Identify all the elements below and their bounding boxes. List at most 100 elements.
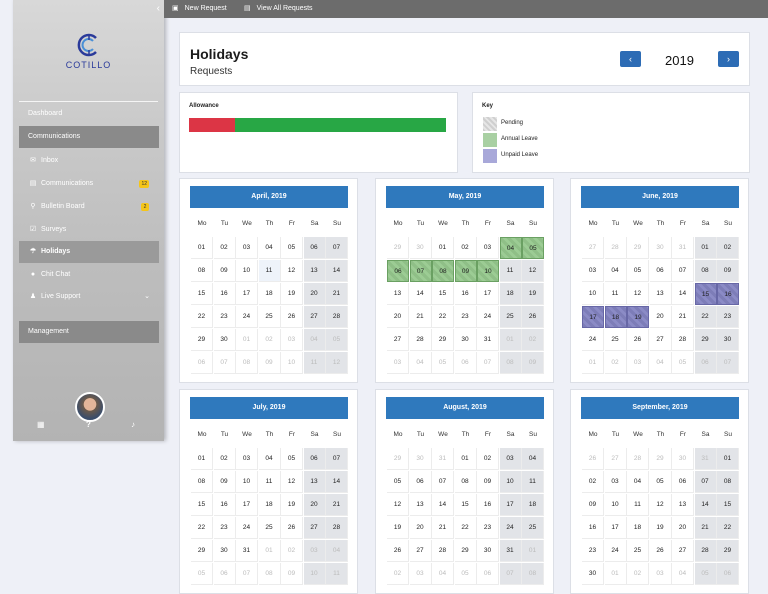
- calendar-day[interactable]: 31: [694, 448, 717, 470]
- calendar-day[interactable]: 22: [717, 517, 739, 539]
- calendar-day[interactable]: 08: [694, 260, 717, 282]
- calendar-day[interactable]: 29: [454, 540, 477, 562]
- calendar-day[interactable]: 11: [258, 260, 281, 282]
- calendar-day[interactable]: 11: [627, 494, 649, 516]
- calendar-day[interactable]: 29: [432, 329, 454, 351]
- calendar-day[interactable]: 12: [387, 494, 409, 516]
- calendar-day[interactable]: 08: [522, 563, 544, 585]
- calendar-day[interactable]: 27: [604, 448, 627, 470]
- calendar-day[interactable]: 02: [281, 540, 303, 562]
- calendar-day[interactable]: 01: [236, 329, 258, 351]
- calendar-day[interactable]: 28: [326, 306, 348, 328]
- calendar-day[interactable]: 16: [454, 283, 477, 305]
- calendar-day[interactable]: 08: [432, 260, 454, 282]
- sidebar-item-management-section[interactable]: Management: [19, 321, 159, 343]
- calendar-day[interactable]: 05: [326, 329, 348, 351]
- calendar-day[interactable]: 01: [191, 237, 213, 259]
- calendar-day[interactable]: 20: [303, 283, 326, 305]
- view-all-requests-button[interactable]: ▤ View All Requests: [244, 0, 313, 18]
- calendar-day[interactable]: 19: [281, 283, 303, 305]
- calendar-day[interactable]: 27: [672, 540, 694, 562]
- calendar-day[interactable]: 15: [694, 283, 717, 305]
- calendar-day[interactable]: 02: [604, 352, 627, 374]
- calendar-day[interactable]: 19: [627, 306, 649, 328]
- calendar-day[interactable]: 01: [454, 448, 477, 470]
- calendar-day[interactable]: 02: [213, 448, 236, 470]
- calendar-day[interactable]: 20: [387, 306, 409, 328]
- calendar-day[interactable]: 15: [191, 283, 213, 305]
- calendar-day[interactable]: 15: [717, 494, 739, 516]
- calendar-day[interactable]: 05: [387, 471, 409, 493]
- calendar-day[interactable]: 04: [258, 448, 281, 470]
- calendar-day[interactable]: 01: [432, 237, 454, 259]
- calendar-day[interactable]: 09: [477, 471, 499, 493]
- calendar-day[interactable]: 26: [281, 306, 303, 328]
- sidebar-item-inbox[interactable]: ✉ Inbox: [19, 150, 159, 172]
- calendar-day[interactable]: 06: [649, 260, 672, 282]
- calendar-day[interactable]: 11: [326, 563, 348, 585]
- calendar-day[interactable]: 10: [477, 260, 499, 282]
- calendar-day[interactable]: 16: [582, 517, 604, 539]
- calendar-day[interactable]: 27: [582, 237, 604, 259]
- calendar-day[interactable]: 30: [717, 329, 739, 351]
- calendar-day[interactable]: 10: [582, 283, 604, 305]
- calendar-day[interactable]: 28: [432, 540, 454, 562]
- calendar-day[interactable]: 29: [649, 448, 672, 470]
- calendar-day[interactable]: 31: [236, 540, 258, 562]
- calendar-day[interactable]: 27: [303, 306, 326, 328]
- calendar-day[interactable]: 30: [454, 329, 477, 351]
- calendar-day[interactable]: 19: [649, 517, 672, 539]
- calendar-day[interactable]: 06: [694, 352, 717, 374]
- calendar-day[interactable]: 14: [326, 471, 348, 493]
- calendar-day[interactable]: 03: [236, 237, 258, 259]
- calendar-day[interactable]: 10: [281, 352, 303, 374]
- calendar-day[interactable]: 24: [477, 306, 499, 328]
- calendar-day[interactable]: 13: [672, 494, 694, 516]
- calendar-day[interactable]: 18: [604, 306, 627, 328]
- calendar-day[interactable]: 21: [409, 306, 432, 328]
- calendar-day[interactable]: 04: [499, 237, 522, 259]
- sidebar-item-bulletin-board[interactable]: ⚲ Bulletin Board 2: [19, 196, 159, 218]
- calendar-day[interactable]: 04: [649, 352, 672, 374]
- calendar-day[interactable]: 16: [717, 283, 739, 305]
- calendar-day[interactable]: 26: [649, 540, 672, 562]
- calendar-day[interactable]: 01: [499, 329, 522, 351]
- calendar-day[interactable]: 18: [258, 283, 281, 305]
- calendar-day[interactable]: 28: [604, 237, 627, 259]
- calendar-day[interactable]: 09: [213, 471, 236, 493]
- calendar-day[interactable]: 28: [409, 329, 432, 351]
- calendar-day[interactable]: 07: [326, 237, 348, 259]
- calendar-day[interactable]: 10: [236, 260, 258, 282]
- calendar-day[interactable]: 13: [387, 283, 409, 305]
- calendar-day[interactable]: 30: [213, 329, 236, 351]
- calendar-day[interactable]: 03: [582, 260, 604, 282]
- calendar-day[interactable]: 03: [499, 448, 522, 470]
- calendar-day[interactable]: 26: [281, 517, 303, 539]
- calendar-day[interactable]: 14: [326, 260, 348, 282]
- prev-year-button[interactable]: ‹: [620, 51, 641, 67]
- calendar-day[interactable]: 18: [258, 494, 281, 516]
- calendar-day[interactable]: 04: [409, 352, 432, 374]
- calendar-day[interactable]: 05: [191, 563, 213, 585]
- calendar-day[interactable]: 02: [627, 563, 649, 585]
- calendar-day[interactable]: 07: [672, 260, 694, 282]
- calendar-day[interactable]: 06: [477, 563, 499, 585]
- calendar-day[interactable]: 02: [213, 237, 236, 259]
- calendar-day[interactable]: 16: [213, 494, 236, 516]
- calendar-day[interactable]: 30: [213, 540, 236, 562]
- calendar-day[interactable]: 24: [499, 517, 522, 539]
- sidebar-item-surveys[interactable]: ☑ Surveys: [19, 219, 159, 241]
- calendar-day[interactable]: 06: [409, 471, 432, 493]
- calendar-day[interactable]: 21: [672, 306, 694, 328]
- calendar-day[interactable]: 22: [191, 306, 213, 328]
- calendar-day[interactable]: 12: [627, 283, 649, 305]
- calendar-day[interactable]: 22: [432, 306, 454, 328]
- calendar-day[interactable]: 01: [582, 352, 604, 374]
- calendar-day[interactable]: 03: [604, 471, 627, 493]
- calendar-day[interactable]: 12: [281, 260, 303, 282]
- calendar-day[interactable]: 16: [213, 283, 236, 305]
- calendar-day[interactable]: 23: [454, 306, 477, 328]
- calendar-day[interactable]: 30: [672, 448, 694, 470]
- calendar-day[interactable]: 07: [326, 448, 348, 470]
- calendar-day[interactable]: 23: [582, 540, 604, 562]
